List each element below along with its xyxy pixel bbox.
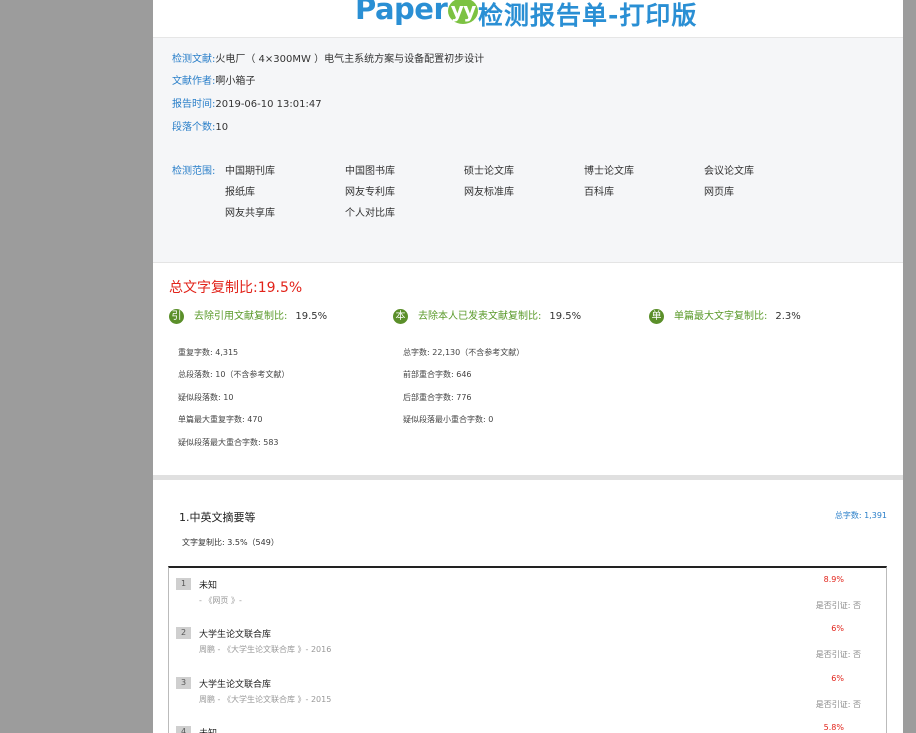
source-percent: 8.9% bbox=[823, 575, 844, 584]
list-item[interactable]: 3 大学生论文联合库 周鹏 - 《大学生论文联合库 》- 2015 6% 是否引… bbox=[169, 667, 886, 717]
source-title: 未知 bbox=[199, 726, 217, 733]
stat-right: 后部重合字数: 776 bbox=[403, 393, 472, 402]
author-row: 文献作者:啊小箱子 bbox=[172, 72, 255, 87]
single-icon: 单 bbox=[649, 308, 664, 324]
doc-title-label: 检测文献: bbox=[172, 54, 216, 65]
metric-value: 19.5% bbox=[549, 311, 582, 322]
paragraph-count-value: 10 bbox=[215, 122, 229, 133]
source-number: 1 bbox=[176, 578, 191, 590]
report-page: Paperyy® 检测报告单-打印版 检测文献:火电厂（ 4×300MW ）电气… bbox=[153, 0, 903, 733]
section-copy-ratio: 文字复制比: 3.5%（549） bbox=[182, 538, 279, 547]
scope-item: 中国图书库 bbox=[345, 166, 395, 177]
source-detail: - 《网页 》- bbox=[199, 596, 242, 605]
source-title: 未知 bbox=[199, 581, 218, 591]
scope-item: 网友标准库 bbox=[464, 187, 514, 198]
source-cited: 是否引证: 否 bbox=[815, 601, 861, 610]
scope-item: 会议论文库 bbox=[704, 166, 754, 177]
paragraph-count-row: 段落个数:10 bbox=[172, 118, 228, 133]
metric-single-max: 单单篇最大文字复制比: 2.3% bbox=[649, 307, 801, 324]
stat-left: 疑似段落数: 10 bbox=[178, 393, 234, 402]
metric-label: 单篇最大文字复制比: bbox=[674, 311, 768, 322]
paragraph-count-label: 段落个数: bbox=[172, 122, 216, 133]
source-cited: 是否引证: 否 bbox=[815, 650, 861, 659]
stat-left: 重复字数: 4,315 bbox=[178, 348, 239, 357]
scope-item: 网友专利库 bbox=[345, 187, 395, 198]
scope-item: 网页库 bbox=[704, 187, 734, 198]
list-item[interactable]: 4 未知 5.8% bbox=[169, 716, 886, 733]
author-label: 文献作者: bbox=[172, 76, 216, 87]
metric-value: 2.3% bbox=[775, 311, 801, 322]
metric-label: 去除本人已发表文献复制比: bbox=[418, 311, 542, 322]
metric-label: 去除引用文献复制比: bbox=[194, 311, 288, 322]
report-time-value: 2019-06-10 13:01:47 bbox=[215, 99, 322, 110]
list-item[interactable]: 1 未知 - 《网页 》- 8.9% 是否引证: 否 bbox=[169, 568, 886, 618]
scope-label: 检测范围: bbox=[172, 166, 216, 177]
similar-sources-list: 1 未知 - 《网页 》- 8.9% 是否引证: 否 2 大学生论文联合库 周鹏… bbox=[168, 566, 887, 733]
metric-excluding-own-works: 本去除本人已发表文献复制比: 19.5% bbox=[393, 307, 581, 324]
logo-badge: yy bbox=[448, 0, 479, 24]
stat-left: 单篇最大重复字数: 470 bbox=[178, 415, 263, 424]
source-percent: 6% bbox=[831, 624, 844, 633]
scope-item: 报纸库 bbox=[225, 187, 255, 198]
similarity-summary: 总文字复制比:19.5% 引去除引用文献复制比: 19.5% 本去除本人已发表文献… bbox=[153, 263, 903, 480]
self-icon: 本 bbox=[393, 308, 408, 324]
citation-icon: 引 bbox=[169, 308, 184, 324]
section-title: 1.中英文摘要等 bbox=[179, 511, 256, 524]
source-cited: 是否引证: 否 bbox=[815, 700, 861, 709]
scope-item: 博士论文库 bbox=[584, 166, 634, 177]
scope-item: 硕士论文库 bbox=[464, 166, 514, 177]
report-time-row: 报告时间:2019-06-10 13:01:47 bbox=[172, 95, 322, 110]
source-number: 2 bbox=[176, 627, 191, 639]
source-percent: 6% bbox=[831, 674, 844, 683]
scope-item: 个人对比库 bbox=[345, 208, 395, 219]
logo-text: Paper bbox=[355, 0, 448, 26]
document-info-panel: 检测文献:火电厂（ 4×300MW ）电气主系统方案与设备配置初步设计 文献作者… bbox=[153, 38, 903, 263]
stat-right: 前部重合字数: 646 bbox=[403, 370, 472, 379]
source-title: 大学生论文联合库 bbox=[199, 680, 272, 690]
doc-title-value: 火电厂（ 4×300MW ）电气主系统方案与设备配置初步设计 bbox=[215, 54, 485, 65]
metric-excluding-citations: 引去除引用文献复制比: 19.5% bbox=[169, 307, 327, 324]
stat-right: 疑似段落最小重合字数: 0 bbox=[403, 415, 494, 424]
total-copy-ratio: 总文字复制比:19.5% bbox=[169, 277, 302, 297]
report-time-label: 报告时间: bbox=[172, 99, 216, 110]
stat-right: 总字数: 22,130（不含参考文献） bbox=[403, 348, 525, 357]
metric-value: 19.5% bbox=[295, 311, 328, 322]
scope-item: 百科库 bbox=[584, 187, 614, 198]
source-percent: 5.8% bbox=[823, 723, 844, 732]
source-title: 大学生论文联合库 bbox=[199, 630, 272, 640]
section-abstract: 1.中英文摘要等 总字数: 1,391 文字复制比: 3.5%（549） 1 未… bbox=[153, 480, 903, 733]
list-item[interactable]: 2 大学生论文联合库 周鹏 - 《大学生论文联合库 》- 2016 6% 是否引… bbox=[169, 617, 886, 667]
source-number: 3 bbox=[176, 677, 191, 689]
doc-title-row: 检测文献:火电厂（ 4×300MW ）电气主系统方案与设备配置初步设计 bbox=[172, 50, 484, 65]
total-copy-ratio-value: 19.5% bbox=[257, 280, 303, 296]
source-detail: 周鹏 - 《大学生论文联合库 》- 2015 bbox=[199, 695, 332, 704]
source-detail: 周鹏 - 《大学生论文联合库 》- 2016 bbox=[199, 645, 332, 654]
total-copy-ratio-label: 总文字复制比: bbox=[169, 280, 258, 296]
section-word-count: 总字数: 1,391 bbox=[834, 511, 887, 520]
paperyy-logo: Paperyy® bbox=[355, 0, 487, 26]
source-number: 4 bbox=[176, 726, 191, 733]
author-value: 啊小箱子 bbox=[215, 76, 256, 87]
report-title: 检测报告单-打印版 bbox=[478, 1, 698, 30]
stat-left: 疑似段落最大重合字数: 583 bbox=[178, 438, 279, 447]
scope-item: 网友共享库 bbox=[225, 208, 275, 219]
scope-item: 中国期刊库 bbox=[225, 166, 275, 177]
stat-left: 总段落数: 10（不含参考文献） bbox=[178, 370, 290, 379]
report-header: Paperyy® 检测报告单-打印版 bbox=[153, 0, 903, 38]
